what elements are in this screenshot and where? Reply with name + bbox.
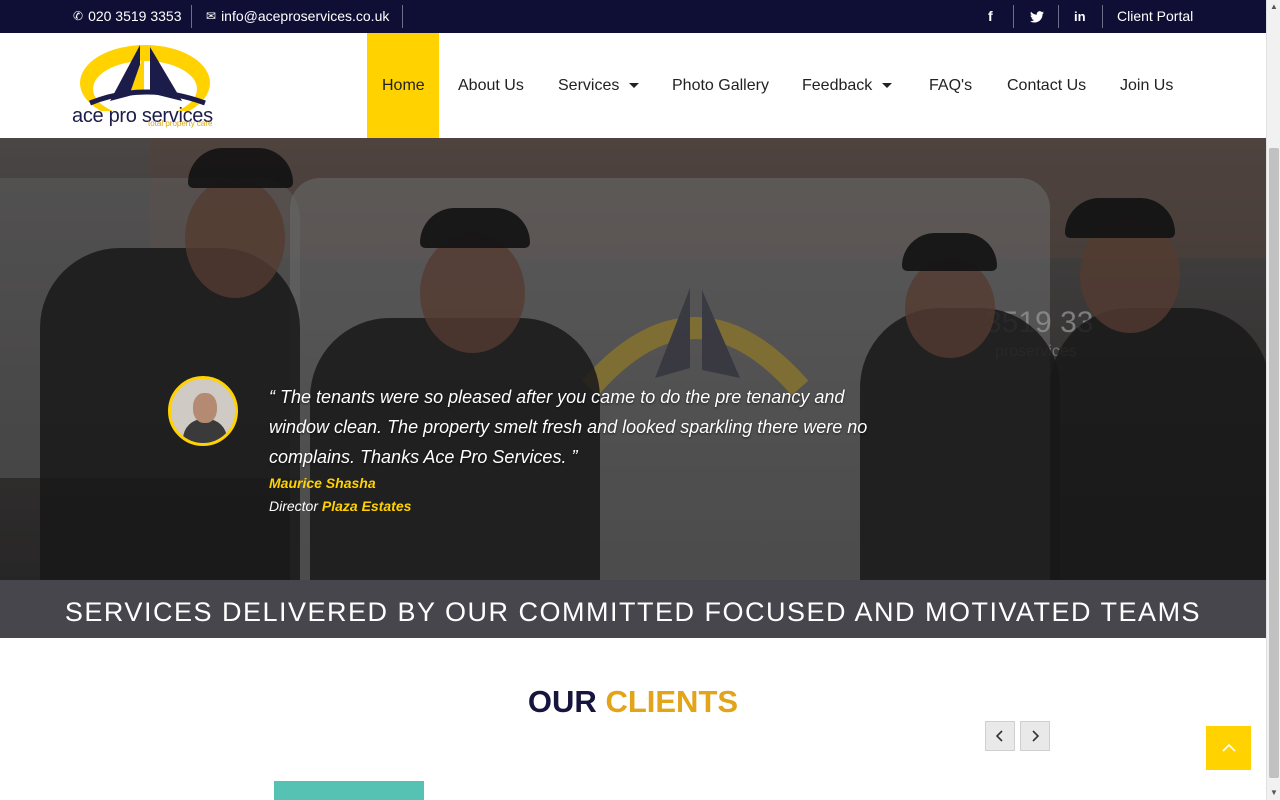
top-bar: ✆ 020 3519 3353 ✉ info@aceproservices.co… (0, 0, 1266, 33)
nav-home[interactable]: Home (367, 33, 439, 138)
clients-heading-part2: CLIENTS (605, 684, 739, 719)
phone-link[interactable]: ✆ 020 3519 3353 (73, 0, 182, 33)
caret-down-icon (629, 83, 640, 89)
nav-services[interactable]: Services (543, 33, 654, 138)
nav-faqs[interactable]: FAQ's (914, 33, 987, 138)
avatar-face (193, 393, 217, 423)
testimonial-company: Plaza Estates (321, 498, 412, 514)
services-banner: SERVICES DELIVERED BY OUR COMMITTED FOCU… (0, 580, 1266, 638)
clients-heading: OUR CLIENTS (0, 684, 1266, 720)
chevron-up-icon (1221, 743, 1236, 752)
hero-slider: 3519 33 proservices “ The tenants were s… (0, 138, 1266, 580)
scrollbar-thumb[interactable] (1269, 148, 1279, 778)
carousel-next-button[interactable] (1020, 721, 1050, 751)
client-portal-link[interactable]: Client Portal (1117, 0, 1193, 33)
phone-icon: ✆ (73, 9, 84, 23)
topbar-divider (1058, 5, 1059, 28)
nav-about-us[interactable]: About Us (443, 33, 539, 138)
logo-tagline: total property care (148, 119, 213, 128)
phone-number: 020 3519 3353 (88, 8, 182, 24)
site-header: ace pro services total property care Hom… (0, 33, 1266, 138)
avatar-body (183, 419, 227, 443)
nav-feedback[interactable]: Feedback (787, 33, 907, 138)
twitter-icon[interactable] (1030, 0, 1044, 33)
client-logo-card[interactable] (274, 781, 424, 800)
nav-photo-gallery[interactable]: Photo Gallery (657, 33, 784, 138)
email-link[interactable]: ✉ info@aceproservices.co.uk (206, 0, 389, 33)
linkedin-icon[interactable]: in (1074, 0, 1086, 33)
testimonial-avatar (168, 376, 238, 446)
envelope-icon: ✉ (206, 9, 217, 23)
testimonial-quote: “ The tenants were so pleased after you … (269, 387, 868, 467)
facebook-icon[interactable]: f (988, 0, 993, 33)
nav-join-us[interactable]: Join Us (1105, 33, 1188, 138)
chevron-right-icon (1032, 730, 1040, 742)
scroll-down-arrow-icon[interactable]: ▼ (1269, 788, 1279, 798)
caret-down-icon (882, 83, 893, 89)
testimonial-author: Maurice Shasha (269, 475, 376, 491)
page-scrollbar[interactable]: ▲ ▼ (1266, 0, 1280, 800)
hero-overlay (0, 138, 1266, 580)
topbar-divider (1013, 5, 1014, 28)
topbar-divider (1102, 5, 1103, 28)
testimonial-role-title: Director (269, 498, 319, 514)
scroll-up-arrow-icon[interactable]: ▲ (1269, 2, 1279, 12)
email-address: info@aceproservices.co.uk (221, 8, 390, 24)
back-to-top-button[interactable] (1206, 726, 1251, 770)
chevron-left-icon (995, 730, 1003, 742)
logo-sail-icon (80, 45, 210, 121)
clients-heading-part1: OUR (527, 684, 597, 719)
topbar-divider (191, 5, 192, 28)
topbar-divider (402, 5, 403, 28)
carousel-prev-button[interactable] (985, 721, 1015, 751)
testimonial-role: Director Plaza Estates (269, 498, 411, 514)
nav-contact-us[interactable]: Contact Us (992, 33, 1101, 138)
